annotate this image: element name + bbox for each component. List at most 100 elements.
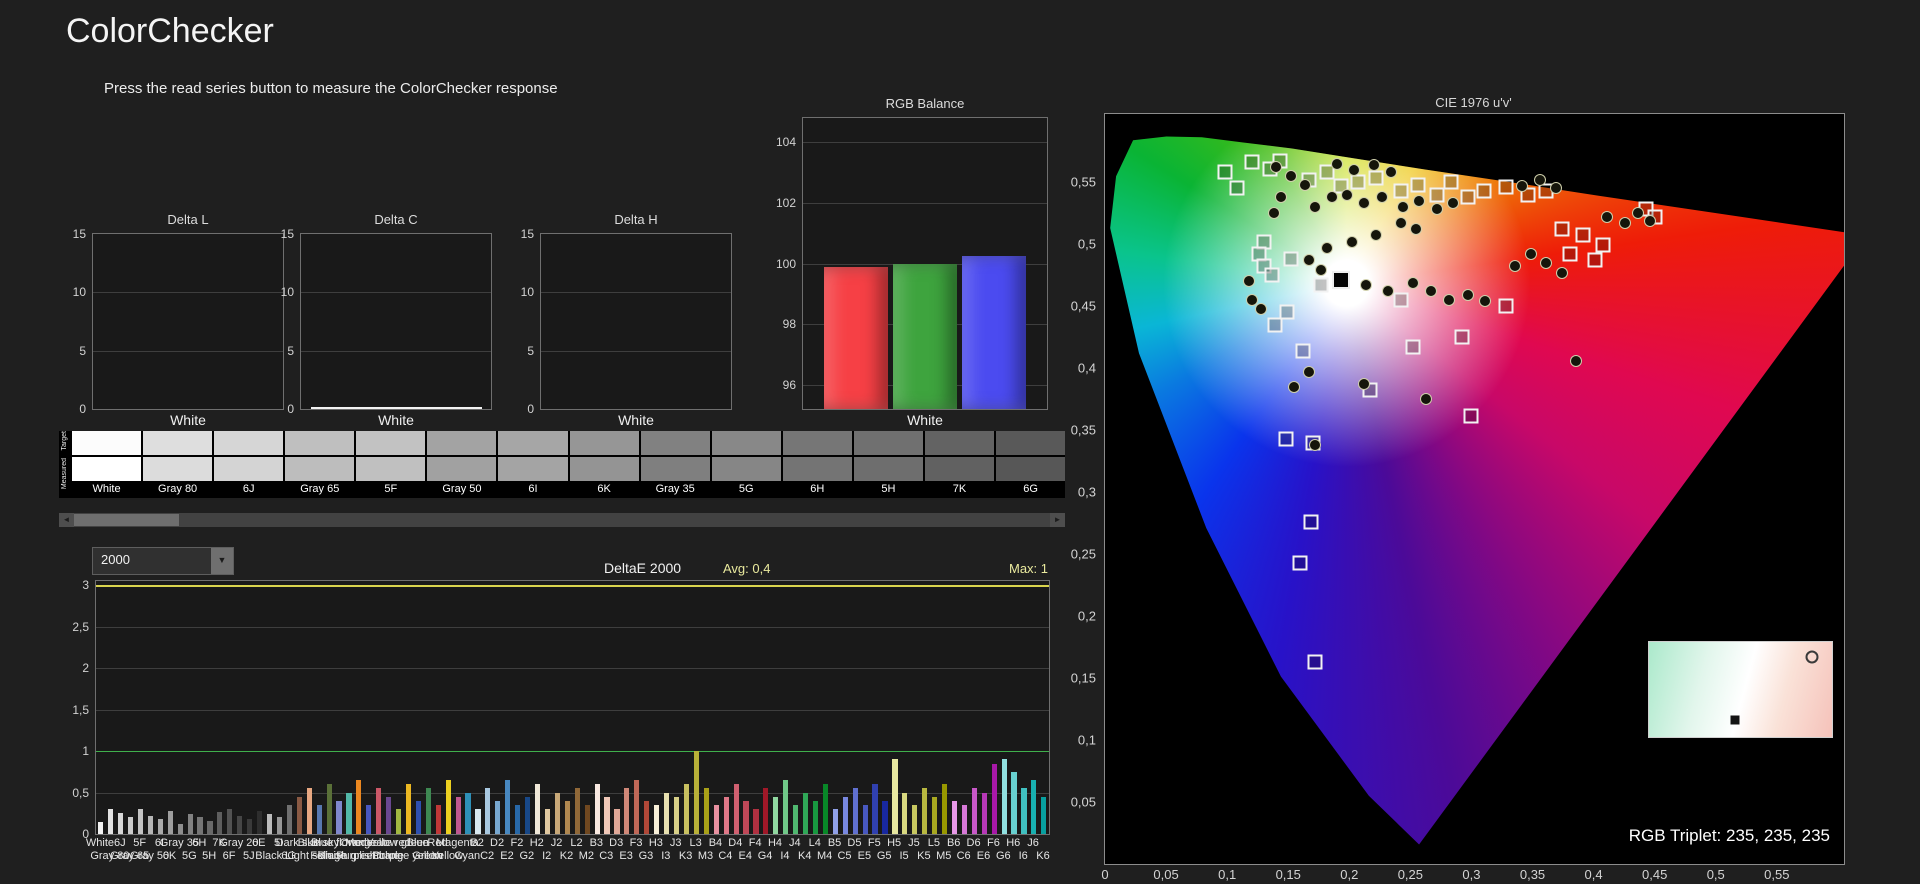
measurement-marker (1570, 355, 1582, 367)
chevron-down-icon[interactable]: ▼ (211, 548, 233, 574)
patch-column[interactable]: 5F (356, 431, 425, 498)
target-swatch (783, 431, 852, 455)
deltae-formula-dropdown[interactable]: 2000 ▼ (92, 547, 234, 575)
measurement-marker (1509, 260, 1521, 272)
x-tick-label: Gray 20 (219, 837, 258, 849)
measurement-marker (1516, 180, 1528, 192)
x-tick-label: D6 (967, 837, 981, 849)
deltae-bar (813, 801, 818, 834)
deltae-bar (555, 793, 560, 834)
y-tick-label: 15 (521, 227, 534, 241)
x-tick-label: K2 (560, 850, 573, 862)
measured-swatch (712, 457, 781, 481)
delta-c-chart: Delta C 151050 White (300, 233, 492, 410)
measured-swatch (641, 457, 710, 481)
patch-column[interactable]: 6H (783, 431, 852, 498)
x-tick-label: E3 (619, 850, 632, 862)
deltae-bar (942, 784, 947, 834)
patch-column[interactable]: White (72, 431, 141, 498)
patch-column[interactable]: 6I (498, 431, 567, 498)
deltae-bar (684, 784, 689, 834)
measured-swatch (498, 457, 567, 481)
patch-column[interactable]: 5G (712, 431, 781, 498)
deltae-avg-value: Avg: 0,4 (723, 561, 770, 576)
target-swatch (285, 431, 354, 455)
x-tick-label: 0,25 (1398, 867, 1423, 882)
deltae-bar (853, 788, 858, 834)
green-balance-bar (893, 264, 957, 410)
rgb-triplet-readout: RGB Triplet: 235, 235, 235 (1629, 826, 1830, 846)
measurement-marker (1321, 242, 1333, 254)
measurement-marker (1303, 254, 1315, 266)
y-tick-label: 2,5 (72, 620, 89, 634)
chromaticity-horseshoe (1105, 114, 1844, 864)
patch-column[interactable]: 7K (925, 431, 994, 498)
x-tick-label: H4 (768, 837, 782, 849)
measurement-marker (1288, 381, 1300, 393)
measurement-marker (1443, 294, 1455, 306)
target-swatch (72, 431, 141, 455)
target-marker (1498, 299, 1513, 314)
scrollbar-track[interactable] (74, 513, 1050, 527)
x-tick-label: E6 (977, 850, 990, 862)
x-tick-label: B2 (470, 837, 483, 849)
patch-strip-scrollbar[interactable]: ◄ ► (59, 513, 1065, 527)
x-tick-label: C3 (599, 850, 613, 862)
measured-swatch (214, 457, 283, 481)
target-swatch (498, 431, 567, 455)
deltae-bar (962, 805, 967, 834)
target-marker (1278, 431, 1293, 446)
deltae-bar (336, 801, 341, 834)
gridline (301, 292, 491, 293)
dropdown-value[interactable]: 2000 (93, 548, 211, 574)
deltae-bar (664, 793, 669, 834)
deltae-bar-chart: 32,521,510,50 (95, 580, 1050, 835)
measurement-marker (1370, 229, 1382, 241)
target-marker (1229, 181, 1244, 196)
x-tick-label: 5F (133, 837, 146, 849)
patch-column[interactable]: Gray 65 (285, 431, 354, 498)
target-marker (1554, 222, 1569, 237)
x-tick-label: Cyan (454, 850, 480, 862)
patch-column[interactable]: 6J (214, 431, 283, 498)
x-tick-label: 0,15 (1276, 867, 1301, 882)
y-tick-label: 0,3 (1078, 485, 1096, 500)
deltae-bar (217, 812, 222, 834)
measurement-marker (1395, 217, 1407, 229)
deltae-bar (366, 805, 371, 834)
gridline (301, 351, 491, 352)
deltae-bar (287, 805, 292, 834)
patch-column[interactable]: Gray 80 (143, 431, 212, 498)
patch-column[interactable]: 5H (854, 431, 923, 498)
target-swatch (570, 431, 639, 455)
patch-column[interactable]: 6K (570, 431, 639, 498)
measurement-marker (1413, 195, 1425, 207)
patch-column[interactable]: Gray 35 (641, 431, 710, 498)
y-tick-label: 0,5 (72, 786, 89, 800)
deltae-bar (188, 814, 193, 834)
deltae-bar (346, 793, 351, 834)
cie-x-axis-ticks: 00,050,10,150,20,250,30,350,40,450,50,55 (1105, 864, 1844, 884)
measured-swatch (783, 457, 852, 481)
x-tick-label: Blue sky (298, 837, 340, 849)
deltae-bar (197, 817, 202, 834)
deltae-bar (674, 797, 679, 834)
scrollbar-thumb[interactable] (74, 514, 179, 526)
y-tick-label: 0,45 (1071, 299, 1096, 314)
deltae-bar (952, 801, 957, 834)
deltae-bar (108, 809, 113, 834)
patch-column[interactable]: 6G (996, 431, 1065, 498)
patch-column[interactable]: Gray 50 (427, 431, 496, 498)
measurement-marker (1550, 182, 1562, 194)
deltae-bar (773, 797, 778, 834)
deltae-bar (148, 816, 153, 834)
target-swatch (996, 431, 1065, 455)
y-tick-label: 0,2 (1078, 609, 1096, 624)
x-tick-label: K6 (1036, 850, 1049, 862)
patch-label: 5F (356, 483, 425, 496)
delta-h-chart: Delta H 151050 White (540, 233, 732, 410)
x-tick-label: B3 (590, 837, 603, 849)
patch-label: 6I (498, 483, 567, 496)
scroll-left-arrow-icon[interactable]: ◄ (59, 513, 74, 527)
target-swatch (641, 431, 710, 455)
